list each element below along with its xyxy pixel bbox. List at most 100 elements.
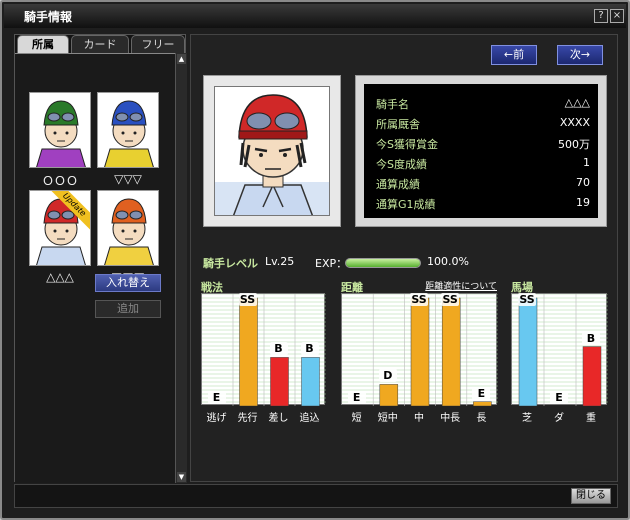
- title-bar: 騎手情報 ? ×: [4, 4, 626, 28]
- aptitude-grade: E: [347, 391, 366, 404]
- jockey-name: ▽▽▽: [114, 172, 142, 186]
- scroll-down-icon[interactable]: ▼: [177, 472, 186, 482]
- jockey-face-icon: [98, 93, 158, 167]
- aptitude-category: 先行: [237, 413, 258, 424]
- aptitude-category: 短: [351, 413, 362, 424]
- jockey-thumbnail[interactable]: [29, 92, 91, 168]
- aptitude-grade: E: [207, 391, 226, 404]
- window-footer: 閉じる: [14, 484, 618, 508]
- level-value: Lv.25: [265, 255, 295, 268]
- jockey-portrait: [214, 86, 330, 216]
- aptitude-category: 芝: [522, 413, 532, 424]
- jockey-face-icon: [30, 93, 90, 167]
- next-button[interactable]: 次→: [557, 45, 603, 65]
- aptitude-grade: E: [472, 386, 491, 400]
- aptitude-category: 追込: [299, 413, 320, 424]
- help-button[interactable]: ?: [594, 9, 608, 23]
- exp-label: EXP：: [315, 257, 348, 270]
- jockey-portrait-frame: [203, 75, 341, 227]
- aptitude-category: 重: [586, 413, 596, 424]
- add-button[interactable]: 追加: [95, 300, 161, 318]
- exp-percent: 100.0%: [427, 255, 469, 268]
- profile-row: 所属厩舎 XXXX: [376, 116, 590, 132]
- aptitude-bar: [270, 357, 289, 407]
- jockey-thumbnail[interactable]: Update: [29, 190, 91, 266]
- exp-bar: [345, 258, 421, 268]
- profile-label: 今S獲得賞金: [376, 138, 438, 151]
- profile-label: 通算G1成績: [376, 198, 436, 211]
- tab-free[interactable]: フリー: [131, 35, 185, 53]
- exp-bar-fill: [346, 259, 420, 267]
- jockey-name: ＯＯＯ: [41, 174, 78, 188]
- window-title: 騎手情報: [24, 10, 73, 24]
- aptitude-panel: 距離 距離適性について E 短 D 短中 SS 中 SS 中長 E 長: [341, 279, 498, 439]
- profile-label: 通算成績: [376, 178, 420, 191]
- profile-row: 今S度成績 1: [376, 156, 590, 172]
- aptitude-bar: [582, 346, 602, 407]
- aptitude-grade: SS: [238, 293, 257, 306]
- profile-value: 70: [576, 176, 590, 189]
- jockey-face-icon: [98, 191, 158, 265]
- list-scrollbar[interactable]: ▲ ▼: [175, 53, 187, 483]
- tab-card[interactable]: カード: [71, 35, 129, 53]
- aptitude-category: 差し: [268, 413, 289, 424]
- jockey-thumbnail[interactable]: [97, 92, 159, 168]
- aptitude-grade: SS: [441, 293, 460, 306]
- aptitude-chart-svg: [512, 293, 608, 407]
- aptitude-grade: B: [269, 342, 288, 356]
- level-label: 騎手レベル: [203, 257, 258, 270]
- aptitude-grade: D: [378, 369, 397, 383]
- close-button[interactable]: 閉じる: [571, 488, 611, 504]
- jockey-list: ＯＯＯ ▽▽▽ Update△△△ □□□ 入れ替え 追加: [15, 53, 175, 483]
- profile-row: 通算成績 70: [376, 176, 590, 192]
- aptitude-chart: [511, 293, 608, 407]
- profile-row: 騎手名 △△△: [376, 96, 590, 112]
- profile-label: 今S度成績: [376, 158, 427, 171]
- jockey-name: △△△: [46, 270, 74, 284]
- swap-button[interactable]: 入れ替え: [95, 274, 161, 292]
- jockey-profile-box: 騎手名 △△△ 所属厩舎 XXXX 今S獲得賞金 500万 今S度成績 1 通算成績 7…: [355, 75, 607, 227]
- tab-affiliated[interactable]: 所属: [17, 35, 69, 53]
- aptitude-category: 中長: [440, 413, 461, 424]
- jockey-info-window: 騎手情報 ? × 所属 カード フリー ＯＯＯ ▽▽▽ Update △△△ 入…: [0, 0, 630, 520]
- jockey-portrait-icon: [215, 94, 329, 215]
- aptitude-category: 中: [414, 413, 424, 424]
- profile-label: 所属厩舎: [376, 118, 420, 131]
- aptitude-panel: 馬場 SS 芝 E ダ B 重: [511, 279, 608, 439]
- profile-value: 1: [583, 156, 590, 169]
- profile-table: 騎手名 △△△ 所属厩舎 XXXX 今S獲得賞金 500万 今S度成績 1 通算成績 7…: [364, 84, 598, 218]
- profile-value: XXXX: [559, 116, 590, 129]
- aptitude-grade: SS: [410, 293, 428, 306]
- jockey-detail-pane: ←前 次→ 騎手名 △△△ 所属厩舎 XXXX 今S獲得賞金 500万 今S度成…: [190, 34, 618, 482]
- profile-value: 500万: [558, 138, 590, 151]
- profile-label: 騎手名: [376, 98, 409, 111]
- aptitude-bar: [379, 384, 399, 407]
- aptitude-bar: [441, 297, 461, 407]
- distance-aptitude-link[interactable]: 距離適性について: [425, 279, 497, 292]
- jockey-level-row: 騎手レベル Lv.25 EXP： 100.0%: [203, 255, 603, 271]
- profile-row: 今S獲得賞金 500万: [376, 136, 590, 152]
- aptitude-category: 短中: [377, 413, 398, 424]
- aptitude-grade: B: [300, 342, 319, 356]
- aptitude-bar: [301, 357, 320, 407]
- aptitude-bar: [518, 297, 538, 407]
- jockey-list-pane: 所属 カード フリー ＯＯＯ ▽▽▽ Update △△△ 入れ替え 追加 ▲ …: [14, 34, 187, 483]
- profile-value: △△△: [564, 96, 590, 109]
- aptitude-grade: B: [582, 331, 600, 345]
- aptitude-category: 逃げ: [206, 413, 227, 424]
- aptitude-category: ダ: [554, 413, 564, 424]
- prev-button[interactable]: ←前: [491, 45, 537, 65]
- aptitude-grade: SS: [518, 293, 536, 306]
- scroll-up-icon[interactable]: ▲: [177, 54, 186, 64]
- profile-row: 通算G1成績 19: [376, 196, 590, 212]
- aptitude-bar: [473, 401, 492, 407]
- aptitude-bar: [410, 297, 430, 407]
- close-window-button[interactable]: ×: [610, 9, 624, 23]
- aptitude-grade: E: [550, 391, 568, 404]
- aptitude-panel: 戦法 E 逃げ SS 先行 B 差し B 追込: [201, 279, 326, 439]
- aptitude-bar: [239, 297, 258, 407]
- aptitude-category: 長: [476, 413, 487, 424]
- profile-value: 19: [576, 196, 590, 209]
- jockey-thumbnail[interactable]: [97, 190, 159, 266]
- jockey-face-icon: [30, 191, 90, 265]
